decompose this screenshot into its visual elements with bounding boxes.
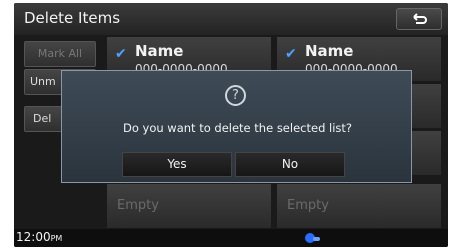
dialog-message: Do you want to delete the selected list? bbox=[122, 121, 353, 135]
clock-ampm: PM bbox=[50, 234, 63, 243]
contact-name: Name bbox=[135, 42, 184, 60]
delete-label: Del bbox=[33, 112, 52, 125]
clock: 12:00PM bbox=[16, 230, 62, 244]
unmark-all-label: Unm bbox=[30, 75, 56, 88]
empty-label: Empty bbox=[117, 198, 159, 213]
back-arrow-icon bbox=[413, 13, 427, 24]
no-button[interactable]: No bbox=[235, 152, 345, 177]
page-title: Delete Items bbox=[24, 9, 121, 27]
checkmark-icon: ✔ bbox=[285, 46, 297, 62]
question-icon: ? bbox=[225, 85, 246, 106]
mark-all-button[interactable]: Mark All bbox=[24, 41, 96, 67]
clock-time: 12:00 bbox=[16, 230, 51, 244]
checkmark-icon: ✔ bbox=[115, 46, 127, 62]
yes-button[interactable]: Yes bbox=[122, 152, 232, 177]
list-item-empty[interactable]: Empty bbox=[106, 183, 272, 229]
confirm-dialog: ? Do you want to delete the selected lis… bbox=[61, 70, 412, 183]
title-bar: Delete Items bbox=[14, 3, 448, 35]
status-bar: 12:00PM bbox=[14, 229, 448, 247]
list-item-empty[interactable]: Empty bbox=[276, 183, 442, 229]
back-button[interactable] bbox=[396, 8, 442, 30]
contact-name: Name bbox=[305, 42, 354, 60]
bluetooth-phone-icon bbox=[305, 233, 320, 243]
empty-label: Empty bbox=[287, 198, 329, 213]
screen: Delete Items Mark All Unm Del ✔ Name 000… bbox=[14, 3, 448, 247]
